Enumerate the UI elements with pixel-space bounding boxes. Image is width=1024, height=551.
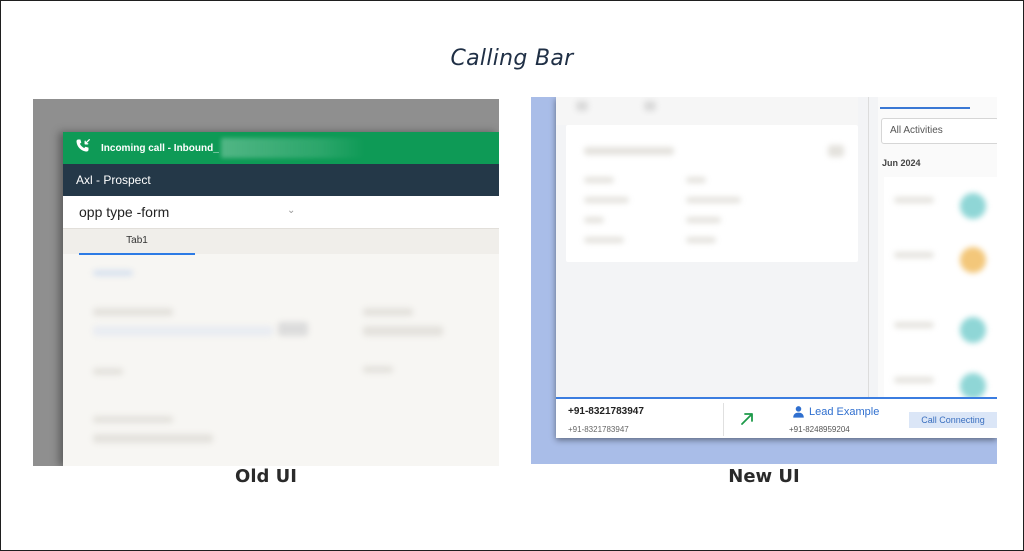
new-call-bar: +91-8321783947 +91-8321783947 Lead Examp… xyxy=(556,397,997,438)
blurred-form-content xyxy=(63,256,499,466)
old-record-header: Axl - Prospect xyxy=(63,164,499,196)
caption-old-ui: Old UI xyxy=(235,466,297,487)
caller-subnumber: +91-8321783947 xyxy=(568,425,629,434)
contact-link[interactable]: Lead Example xyxy=(792,405,879,418)
incoming-call-label: Incoming call - Inbound_ xyxy=(101,142,219,154)
caption-new-ui: New UI xyxy=(728,466,800,487)
call-bar-separator xyxy=(723,403,724,436)
person-icon xyxy=(793,406,804,418)
activities-panel: All Activities Jun 2024 xyxy=(878,97,997,399)
panel-divider xyxy=(868,97,869,397)
outgoing-arrow-icon xyxy=(741,413,753,425)
old-ui-window: Incoming call - Inbound_ Axl - Prospect … xyxy=(63,132,499,466)
caller-number: +91-8321783947 xyxy=(568,406,644,417)
chevron-down-icon[interactable]: ⌄ xyxy=(287,205,295,216)
old-call-bar[interactable]: Incoming call - Inbound_ xyxy=(63,132,499,164)
call-status-badge: Call Connecting xyxy=(909,412,997,428)
contact-number: +91-8248959204 xyxy=(789,425,850,434)
tab-tab1[interactable]: Tab1 xyxy=(79,229,195,255)
blurred-details-card xyxy=(566,125,858,262)
phone-incoming-icon xyxy=(75,138,91,158)
page-title: Calling Bar xyxy=(450,46,574,71)
blurred-activity-list xyxy=(884,177,997,399)
contact-name: Lead Example xyxy=(809,405,880,418)
active-tab-indicator xyxy=(880,107,970,109)
redacted-caller-info xyxy=(220,138,366,158)
old-ui-screenshot: Incoming call - Inbound_ Axl - Prospect … xyxy=(33,99,499,466)
old-tab-bar: Tab1 xyxy=(63,228,499,255)
month-label: Jun 2024 xyxy=(882,158,921,168)
new-ui-screenshot: All Activities Jun 2024 +91-8321783947 +… xyxy=(531,97,997,464)
record-title: Axl - Prospect xyxy=(76,173,151,187)
form-selector[interactable]: opp type -form ⌄ xyxy=(63,196,499,228)
blurred-top-strip xyxy=(556,97,858,125)
new-ui-window: All Activities Jun 2024 +91-8321783947 +… xyxy=(556,97,997,438)
activities-filter-select[interactable]: All Activities xyxy=(881,118,997,144)
form-title: opp type -form xyxy=(79,204,170,220)
